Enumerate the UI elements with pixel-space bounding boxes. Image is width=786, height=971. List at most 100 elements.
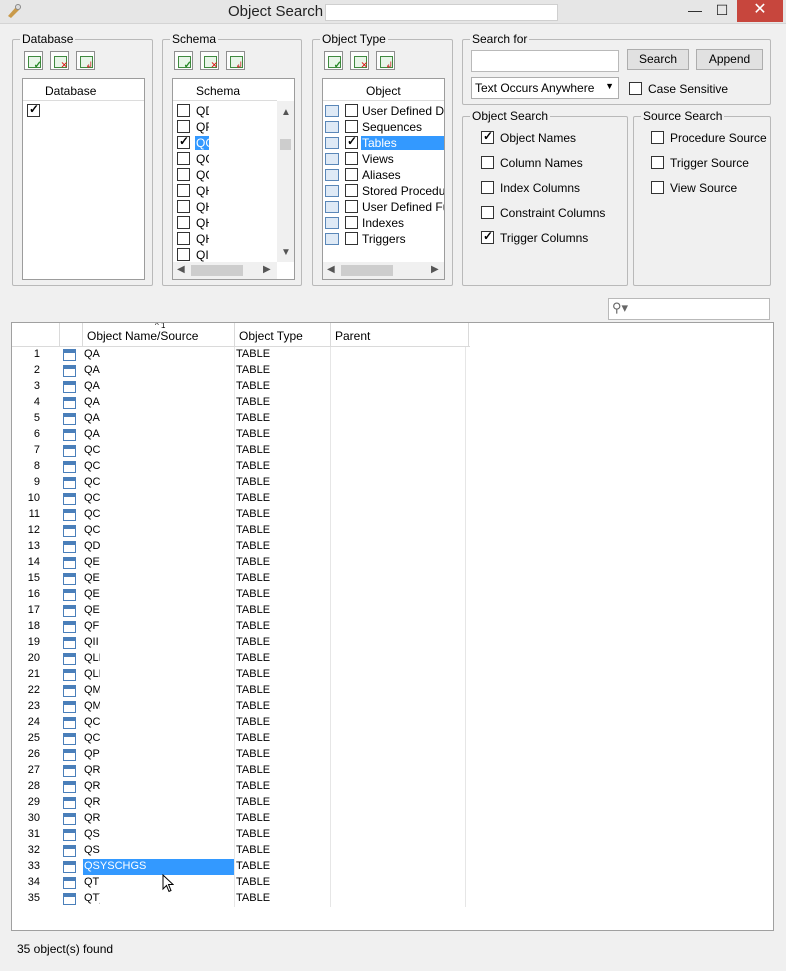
- table-row[interactable]: 6 QA TABLE: [12, 427, 470, 443]
- schema-row[interactable]: QI(: [173, 247, 277, 263]
- schema-row-checkbox[interactable]: [177, 120, 190, 133]
- object-name-cell[interactable]: QA: [83, 411, 234, 427]
- maximize-button[interactable]: ☐: [708, 0, 736, 22]
- schema-row[interactable]: QH: [173, 199, 277, 215]
- table-row[interactable]: 17 QE TABLE: [12, 603, 470, 619]
- schema-row-checkbox[interactable]: [177, 134, 190, 149]
- object-type-row-checkbox[interactable]: [345, 232, 358, 245]
- table-row[interactable]: 33 QSYSCHGS TABLE: [12, 859, 470, 875]
- object-name-cell[interactable]: QM: [83, 683, 234, 699]
- table-row[interactable]: 7 QC TABLE: [12, 443, 470, 459]
- object-name-cell[interactable]: QII: [83, 635, 234, 651]
- table-row[interactable]: 20 QLI TABLE: [12, 651, 470, 667]
- table-row[interactable]: 28 QR TABLE: [12, 779, 470, 795]
- object-name-cell[interactable]: QS: [83, 843, 234, 859]
- schema-row-checkbox[interactable]: [177, 216, 190, 229]
- schema-row[interactable]: QH: [173, 183, 277, 199]
- object-type-row-checkbox[interactable]: [345, 168, 358, 181]
- object-name-cell[interactable]: QE: [83, 571, 234, 587]
- object-name-cell[interactable]: QC: [83, 491, 234, 507]
- schema-row[interactable]: QD: [173, 103, 277, 119]
- object-type-row[interactable]: Stored Procedure: [323, 183, 444, 199]
- table-row[interactable]: 21 QLI TABLE: [12, 667, 470, 683]
- column-header-parent[interactable]: Parent: [331, 323, 469, 347]
- object-name-cell[interactable]: QA: [83, 395, 234, 411]
- table-row[interactable]: 30 QR TABLE: [12, 811, 470, 827]
- object-type-hscroll-thumb[interactable]: [341, 265, 393, 276]
- table-row[interactable]: 31 QS TABLE: [12, 827, 470, 843]
- object-search-checkbox[interactable]: [481, 129, 494, 144]
- object-search-checkbox[interactable]: [481, 181, 494, 194]
- column-header-name[interactable]: Object Name/Source ^ 1: [83, 323, 235, 347]
- object-search-checkbox[interactable]: [481, 229, 494, 244]
- table-row[interactable]: 3 QA TABLE: [12, 379, 470, 395]
- scroll-right-icon[interactable]: ▶: [431, 264, 439, 275]
- append-button[interactable]: Append: [696, 49, 763, 70]
- object-search-checkbox[interactable]: [481, 206, 494, 219]
- schema-row-checkbox[interactable]: [177, 200, 190, 213]
- uncheck-all-object-type-button[interactable]: [350, 51, 369, 71]
- table-row[interactable]: 25 QC TABLE: [12, 731, 470, 747]
- table-row[interactable]: 16 QE TABLE: [12, 587, 470, 603]
- scroll-up-icon[interactable]: ▲: [281, 107, 291, 118]
- object-name-cell[interactable]: QE: [83, 603, 234, 619]
- schema-row[interactable]: QG: [173, 167, 277, 183]
- schema-row-checkbox[interactable]: [177, 248, 190, 261]
- object-name-cell[interactable]: QC: [83, 475, 234, 491]
- object-name-cell[interactable]: QR: [83, 763, 234, 779]
- table-row[interactable]: 8 QC TABLE: [12, 459, 470, 475]
- schema-vertical-scrollbar[interactable]: ▲ ▼: [277, 101, 294, 262]
- object-type-row-checkbox[interactable]: [345, 216, 358, 229]
- check-all-object-type-button[interactable]: [324, 51, 343, 71]
- invert-schema-button[interactable]: [226, 51, 245, 71]
- search-button[interactable]: Search: [627, 49, 689, 70]
- object-type-row[interactable]: Sequences: [323, 119, 444, 135]
- schema-scroll-thumb[interactable]: [280, 139, 291, 150]
- schema-horizontal-scrollbar[interactable]: ◀ ▶: [173, 262, 277, 279]
- results-grid[interactable]: Object Name/Source ^ 1 Object Type Paren…: [11, 322, 774, 931]
- object-name-cell[interactable]: QC: [83, 459, 234, 475]
- object-name-cell[interactable]: QSYSCHGS: [83, 859, 234, 875]
- schema-row-checkbox[interactable]: [177, 104, 190, 117]
- search-input[interactable]: [471, 50, 619, 72]
- object-name-cell[interactable]: QR: [83, 811, 234, 827]
- close-button[interactable]: ✕: [737, 0, 783, 22]
- database-row-checkbox[interactable]: [27, 102, 40, 117]
- check-all-database-button[interactable]: [24, 51, 43, 71]
- table-row[interactable]: 9 QC TABLE: [12, 475, 470, 491]
- table-row[interactable]: 18 QF TABLE: [12, 619, 470, 635]
- object-name-cell[interactable]: QA: [83, 363, 234, 379]
- table-row[interactable]: 32 QS TABLE: [12, 843, 470, 859]
- invert-object-type-button[interactable]: [376, 51, 395, 71]
- object-name-cell[interactable]: QC: [83, 731, 234, 747]
- object-type-list[interactable]: Object User Defined Dat Sequences Tables Vi…: [322, 78, 445, 280]
- object-name-cell[interactable]: QA: [83, 427, 234, 443]
- object-name-cell[interactable]: QC: [83, 715, 234, 731]
- object-type-row[interactable]: User Defined Dat: [323, 103, 444, 119]
- schema-row-checkbox[interactable]: [177, 232, 190, 245]
- source-search-checkbox[interactable]: [651, 181, 664, 194]
- table-row[interactable]: 11 QC TABLE: [12, 507, 470, 523]
- object-type-row-checkbox[interactable]: [345, 120, 358, 133]
- scroll-right-icon[interactable]: ▶: [263, 264, 271, 275]
- table-row[interactable]: 34 QTE TABLE: [12, 875, 470, 891]
- table-row[interactable]: 22 QM TABLE: [12, 683, 470, 699]
- object-type-horizontal-scrollbar[interactable]: ◀ ▶: [323, 262, 444, 279]
- object-name-cell[interactable]: QA: [83, 347, 234, 363]
- check-all-schema-button[interactable]: [174, 51, 193, 71]
- object-name-cell[interactable]: QLI: [83, 651, 234, 667]
- object-type-row-checkbox[interactable]: [345, 104, 358, 117]
- minimize-button[interactable]: —: [680, 0, 710, 22]
- table-row[interactable]: 4 QA TABLE: [12, 395, 470, 411]
- schema-row-checkbox[interactable]: [177, 168, 190, 181]
- schema-row[interactable]: QH: [173, 215, 277, 231]
- uncheck-all-schema-button[interactable]: [200, 51, 219, 71]
- object-name-cell[interactable]: QF: [83, 619, 234, 635]
- object-type-row-checkbox[interactable]: [345, 134, 358, 149]
- object-name-cell[interactable]: QT): [83, 891, 234, 907]
- table-row[interactable]: 1 QA TABLE: [12, 347, 470, 363]
- table-row[interactable]: 13 QD TABLE: [12, 539, 470, 555]
- object-name-cell[interactable]: QS: [83, 827, 234, 843]
- match-mode-select[interactable]: Text Occurs Anywhere ▼: [471, 77, 619, 99]
- schema-row-checkbox[interactable]: [177, 152, 190, 165]
